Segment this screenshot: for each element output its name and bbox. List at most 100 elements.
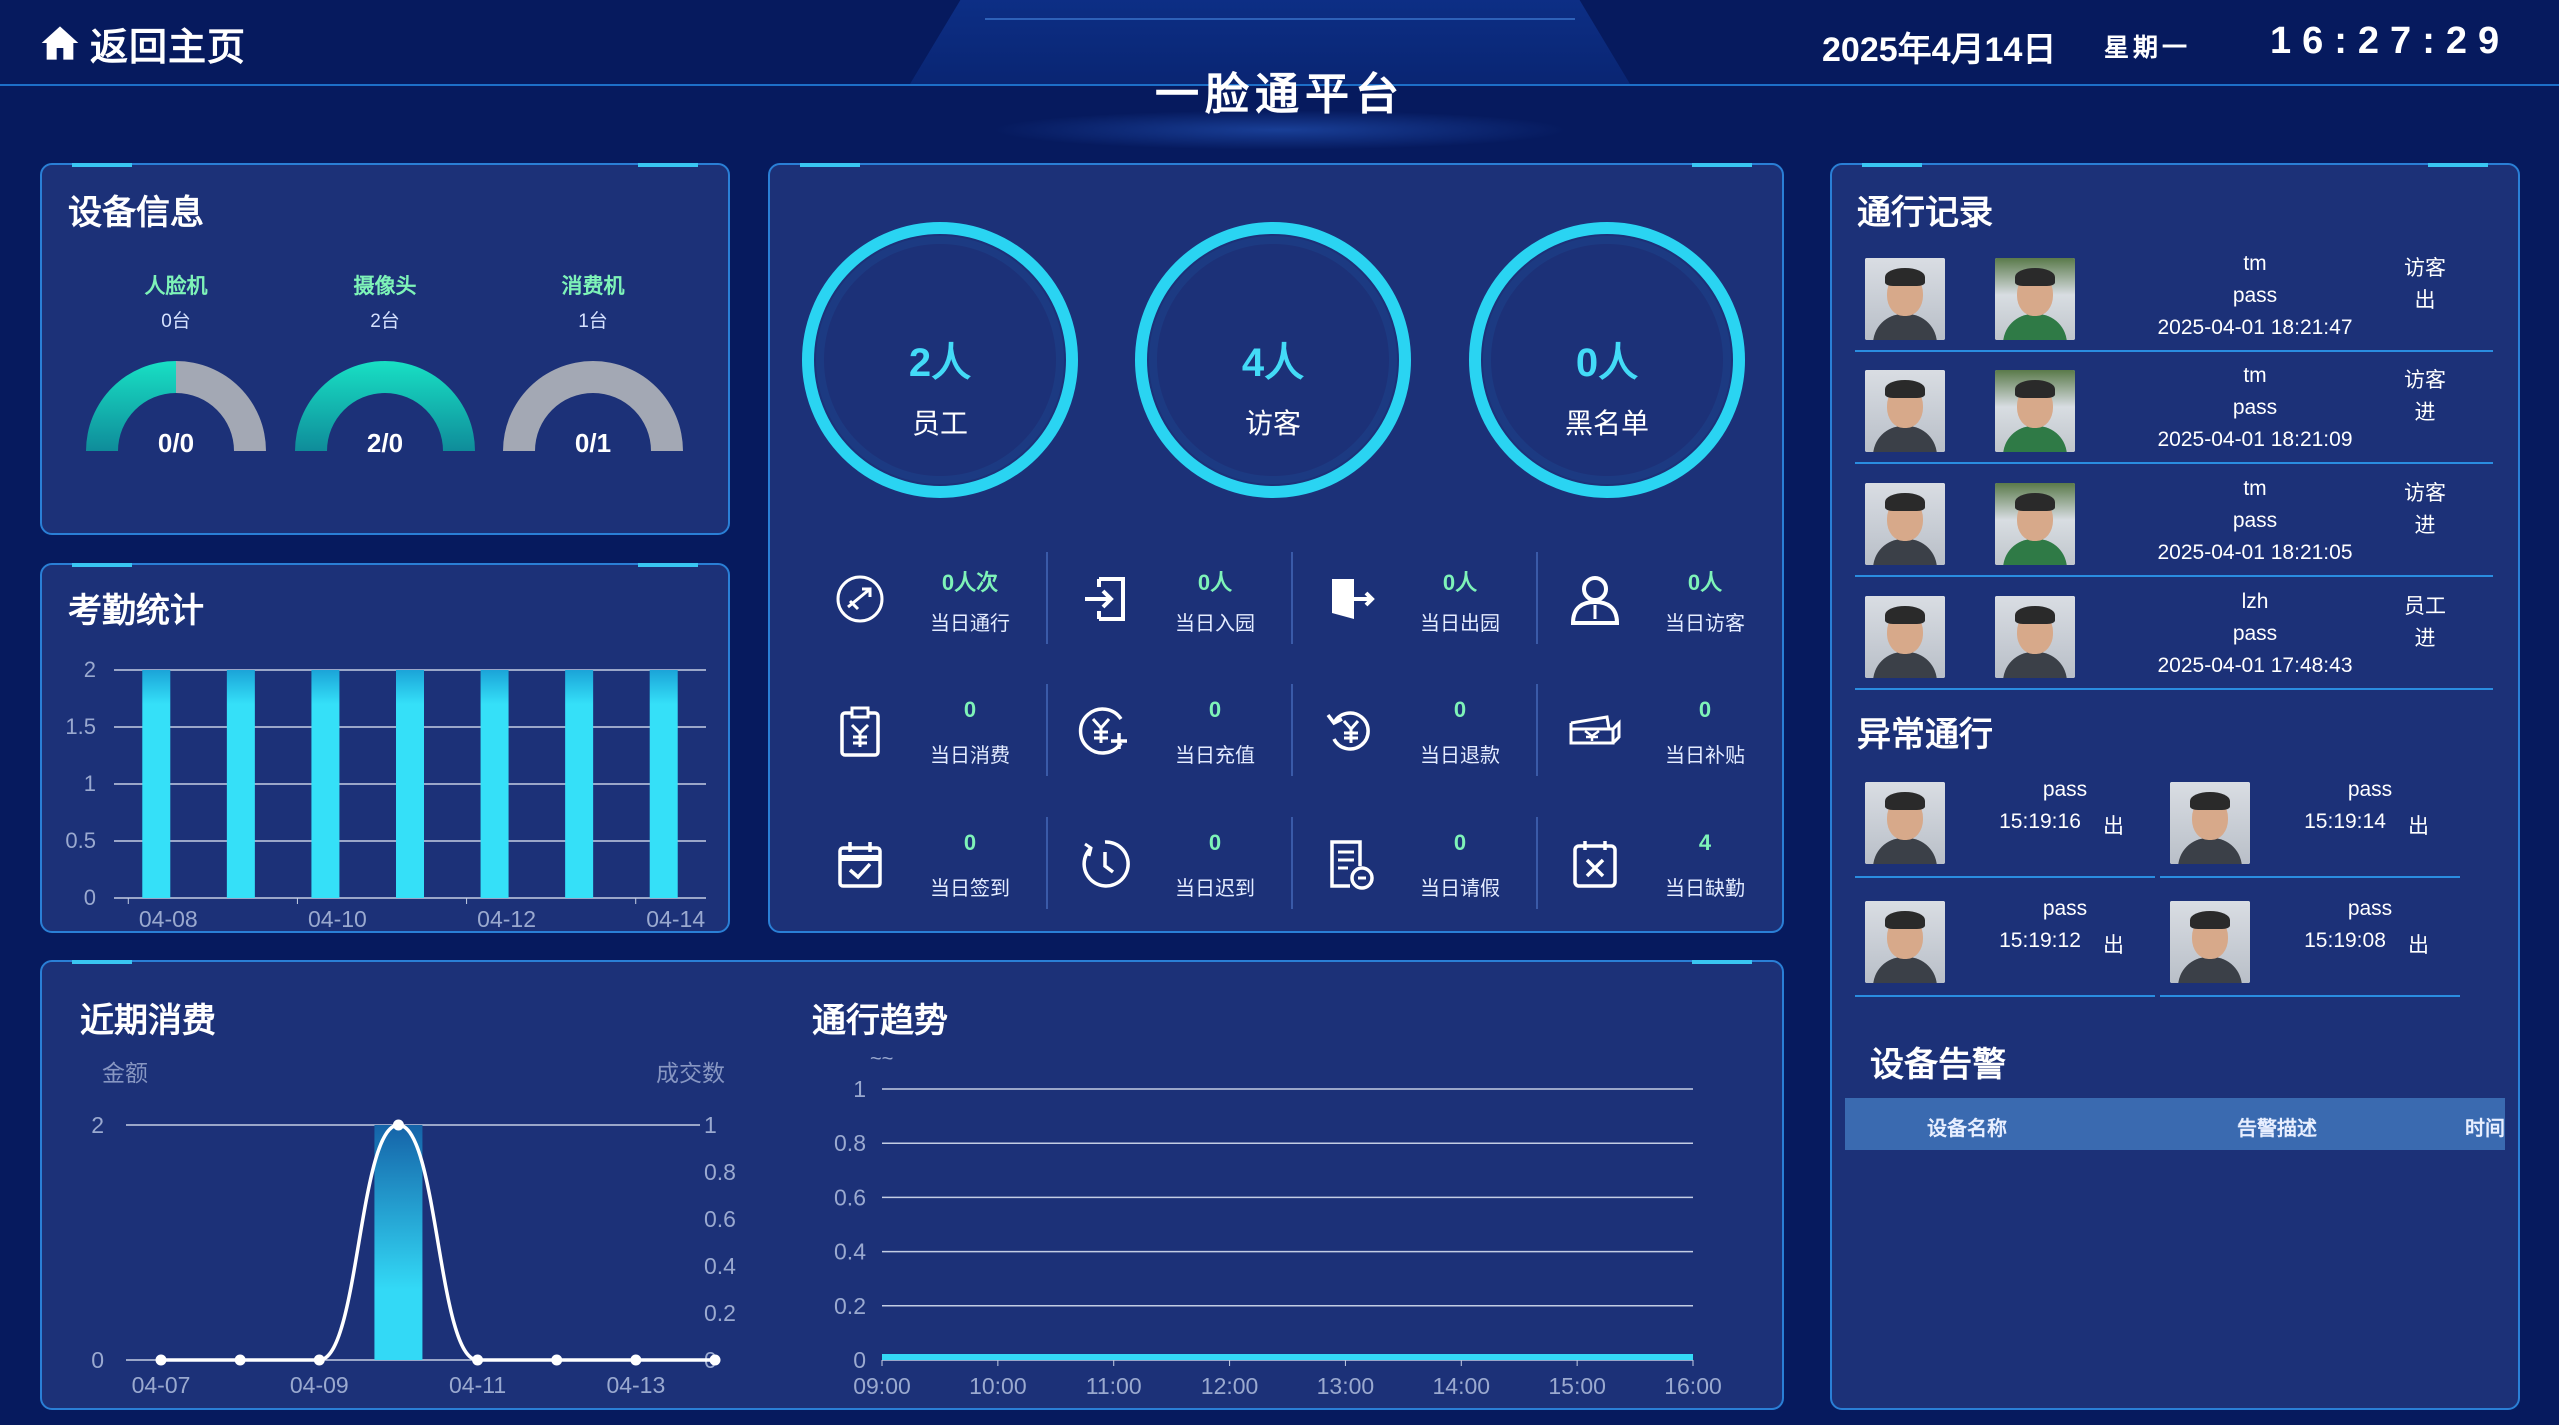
abnormal-row[interactable]: pass 15:19:16 出	[1855, 778, 2155, 878]
y-tick-label: 0	[84, 885, 96, 910]
stat-label: 当日缺勤	[1665, 878, 1745, 900]
abnormal-time: 15:19:12	[1999, 929, 2081, 952]
stat-label: 当日入园	[1175, 613, 1255, 635]
record-name: tm	[2243, 252, 2267, 275]
abnormal-row[interactable]: pass 15:19:08 出	[2160, 897, 2460, 997]
stat-value: 0人	[1197, 570, 1233, 595]
x-tick-label: 04-07	[132, 1372, 191, 1398]
abnormal-status: pass	[2347, 778, 2393, 801]
stat-daily-checkin: 0 当日签到	[800, 810, 1045, 920]
record-direction: 进	[2414, 401, 2436, 424]
traffic-trend-title: 通行趋势	[812, 1002, 948, 1040]
pass-icon	[836, 575, 884, 623]
stat-daily-visitor: 0人 当日访客	[1535, 545, 1780, 655]
abnormal-direction: 出	[2408, 934, 2429, 957]
visitor-count: 4人	[1241, 341, 1305, 385]
visitor-icon	[1570, 576, 1620, 625]
device-pos-machine: 消费机 1台	[498, 270, 688, 333]
exit-icon	[1332, 579, 1375, 619]
record-type: 员工	[2404, 595, 2446, 618]
record-type: 访客	[2404, 369, 2446, 392]
traffic-trend-chart: ~~ 0 0.2 0.4 0.6 0.8 1 09:00 10:00 11:00 12:00 13:0…	[834, 1048, 1722, 1399]
x-tick-label: 12:00	[1201, 1373, 1259, 1399]
abnormal-title: 异常通行	[1857, 716, 1993, 754]
home-icon	[41, 26, 79, 60]
abnormal-snapshot-photo	[2170, 901, 2250, 983]
stat-value: 0	[1208, 830, 1222, 855]
x-tick-label: 13:00	[1317, 1373, 1375, 1399]
gauge-value: 0/1	[574, 428, 612, 458]
record-snapshot-photo	[1865, 370, 1945, 452]
abnormal-direction: 出	[2103, 815, 2124, 838]
record-name: lzh	[2241, 590, 2269, 613]
abnormal-row[interactable]: pass 15:19:12 出	[1855, 897, 2155, 997]
abnormal-row[interactable]: pass 15:19:14 出	[2160, 778, 2460, 878]
record-registered-photo	[1995, 370, 2075, 452]
record-time: 2025-04-01 18:21:47	[2157, 316, 2353, 339]
y-tick-label: 1.5	[65, 714, 96, 739]
stat-value: 0人次	[941, 570, 999, 595]
gauge-value: 2/0	[366, 428, 404, 458]
stat-daily-late: 0 当日迟到	[1045, 810, 1290, 920]
data-point	[234, 1354, 246, 1366]
record-status: pass	[2232, 396, 2278, 419]
y-tick-label: 0.2	[834, 1293, 866, 1319]
record-row[interactable]: lzh pass 员工进 2025-04-01 17:48:43	[1855, 578, 2493, 690]
record-row[interactable]: tm pass 访客进 2025-04-01 18:21:09	[1855, 352, 2493, 464]
y-tick-label: 0.4	[834, 1239, 866, 1265]
device-info-title: 设备信息	[68, 194, 204, 232]
stat-daily-pass: 0人次 当日通行	[800, 545, 1045, 655]
abnormal-time: 15:19:14	[2304, 810, 2386, 833]
attendance-title: 考勤统计	[68, 592, 204, 630]
y-right-tick-label: 1	[704, 1112, 717, 1138]
x-tick-label: 14:00	[1433, 1373, 1491, 1399]
alarm-col-desc: 告警描述	[2237, 1118, 2317, 1140]
consumption-bar	[374, 1125, 423, 1360]
enter-icon	[1085, 577, 1125, 621]
device-name: 消费机	[561, 275, 625, 298]
gauge-value: 0/0	[157, 428, 195, 458]
record-snapshot-photo	[1865, 596, 1945, 678]
alarm-col-time: 时间	[2465, 1118, 2505, 1140]
stat-daily-enter: 0人 当日入园	[1045, 545, 1290, 655]
consumption-chart: 金额成交数0200.20.40.60.8104-0704-0904-1104-1…	[91, 1060, 736, 1398]
stat-value: 0	[1698, 697, 1712, 722]
header: 返回主页 一脸通平台 2025年4月14日 星期一 16:27:29	[0, 0, 2559, 150]
y-tick-label: 0.8	[834, 1130, 866, 1156]
x-tick-label: 16:00	[1664, 1373, 1722, 1399]
x-tick-label: 04-13	[606, 1372, 665, 1398]
current-weekday: 星期一	[2104, 34, 2192, 62]
record-registered-photo	[1995, 483, 2075, 565]
record-row[interactable]: tm pass 访客进 2025-04-01 18:21:05	[1855, 465, 2493, 577]
stat-daily-consume: 0 当日消费	[800, 677, 1045, 787]
late-icon	[1082, 840, 1130, 888]
stat-value: 0人	[1442, 570, 1478, 595]
device-count: 0台	[161, 311, 191, 332]
stat-label: 当日退款	[1420, 745, 1500, 767]
stat-label: 当日请假	[1420, 878, 1500, 900]
record-direction: 进	[2414, 514, 2436, 537]
stat-daily-refund: 0 当日退款	[1290, 677, 1535, 787]
staff-count: 2人	[908, 341, 972, 385]
current-time: 16:27:29	[2270, 20, 2511, 62]
record-snapshot-photo	[1865, 483, 1945, 565]
x-tick-label: 10:00	[969, 1373, 1027, 1399]
subsidy-icon	[1569, 715, 1621, 745]
abnormal-snapshot-photo	[1865, 901, 1945, 983]
chart-legend: ~~	[870, 1048, 893, 1070]
record-row[interactable]: tm pass 访客出 2025-04-01 18:21:47	[1855, 240, 2493, 352]
blacklist-count: 0人	[1575, 341, 1639, 385]
y-left-axis-label: 金额	[102, 1060, 148, 1086]
record-name: tm	[2243, 477, 2267, 500]
x-tick-label: 04-10	[308, 906, 367, 930]
record-time: 2025-04-01 17:48:43	[2157, 654, 2353, 677]
stat-daily-recharge: 0 当日充值	[1045, 677, 1290, 787]
alarm-table-header: 设备名称 告警描述 时间	[1845, 1098, 2505, 1150]
y-tick-label: 1	[853, 1076, 866, 1102]
bar	[396, 670, 424, 898]
y-tick-label: 0.5	[65, 828, 96, 853]
y-right-tick-label: 0.2	[704, 1300, 736, 1326]
consumption-line	[161, 1123, 715, 1362]
abnormal-time: 15:19:08	[2304, 929, 2386, 952]
home-button[interactable]: 返回主页	[40, 20, 246, 69]
